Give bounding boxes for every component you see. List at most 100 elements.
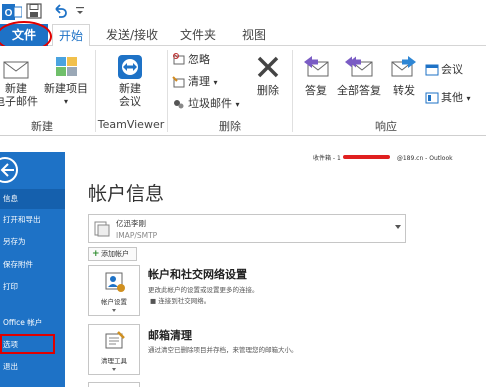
meeting-icon bbox=[425, 64, 439, 76]
group-teamviewer-label: TeamViewer bbox=[97, 118, 165, 131]
backstage-nav: 信息 打开和导出 另存为 保存附件 打印 Office 帐户 选项 退出 bbox=[0, 152, 65, 387]
chevron-down-icon: ▾ bbox=[235, 100, 240, 109]
new-email-button[interactable]: 新建 电子邮件 bbox=[0, 58, 40, 108]
meeting-button[interactable]: 会议 bbox=[425, 62, 463, 78]
nav-item-office-account[interactable]: Office 帐户 bbox=[0, 313, 65, 333]
chevron-down-icon bbox=[112, 309, 116, 312]
mailbox-cleanup-title: 邮箱清理 bbox=[148, 329, 192, 342]
nav-item-open-export[interactable]: 打开和导出 bbox=[0, 210, 65, 230]
delete-button[interactable]: 删除 bbox=[250, 54, 286, 97]
back-button[interactable] bbox=[0, 155, 18, 185]
reply-button[interactable]: 答复 bbox=[298, 54, 334, 97]
red-highlight-box bbox=[0, 334, 55, 354]
ribbon-tabs: 文件 开始 发送/接收 文件夹 视图 bbox=[0, 24, 486, 47]
new-email-label-1: 新建 bbox=[5, 82, 27, 95]
page-title: 帐户信息 bbox=[88, 183, 165, 205]
more-label: 其他 bbox=[441, 91, 463, 104]
chevron-down-icon: ▾ bbox=[63, 97, 68, 106]
back-arrow-icon bbox=[0, 157, 18, 183]
plus-icon: + bbox=[92, 249, 100, 259]
tab-folder[interactable]: 文件夹 bbox=[176, 24, 220, 46]
chevron-down-icon: ▾ bbox=[213, 78, 218, 87]
nav-item-print[interactable]: 打印 bbox=[0, 277, 65, 297]
group-new-label: 新建 bbox=[31, 120, 53, 133]
account-type: IMAP/SMTP bbox=[116, 231, 158, 240]
window-title-prefix: 收件箱 - 1 bbox=[313, 155, 341, 162]
customize-icon[interactable] bbox=[76, 6, 84, 19]
group-separator bbox=[167, 50, 168, 132]
nav-item-save-attachments[interactable]: 保存附件 bbox=[0, 255, 65, 275]
nav-item-exit[interactable]: 退出 bbox=[0, 357, 65, 377]
chevron-down-icon bbox=[112, 368, 116, 371]
reply-label: 答复 bbox=[305, 84, 327, 97]
nav-item-save-as[interactable]: 另存为 bbox=[0, 232, 65, 252]
new-email-icon bbox=[0, 58, 40, 82]
ribbon: 新建 电子邮件 新建项目 ▾ 新建 新建 会议 TeamViewer 忽略 bbox=[0, 46, 486, 136]
account-settings-description: 更改此帐户的设置或设置更多的连接。 bbox=[148, 286, 259, 294]
reply-all-icon bbox=[334, 54, 384, 84]
account-name: 亿迅李刚 bbox=[116, 219, 146, 228]
teamviewer-icon bbox=[106, 54, 154, 82]
account-dropdown[interactable]: 亿迅李刚 IMAP/SMTP bbox=[88, 214, 406, 243]
forward-icon bbox=[386, 54, 422, 84]
delete-x-icon bbox=[250, 54, 286, 84]
nav-item-info[interactable]: 信息 bbox=[0, 189, 65, 209]
account-icon bbox=[94, 221, 110, 240]
group-delete-label: 删除 bbox=[219, 120, 241, 133]
group-separator bbox=[292, 50, 293, 132]
add-account-button[interactable]: + 添加帐户 bbox=[88, 247, 137, 261]
reply-all-button[interactable]: 全部答复 bbox=[334, 54, 384, 97]
forward-button[interactable]: 转发 bbox=[386, 54, 422, 97]
reply-icon bbox=[298, 54, 334, 84]
backstage-view: 信息 打开和导出 另存为 保存附件 打印 Office 帐户 选项 退出 收件箱… bbox=[0, 152, 486, 387]
account-settings-title: 帐户和社交网络设置 bbox=[148, 268, 247, 281]
account-settings-icon bbox=[104, 271, 126, 296]
reply-all-label: 全部答复 bbox=[337, 84, 381, 97]
cleanup-tools-tile-label: 清理工具 bbox=[101, 357, 127, 365]
new-items-button[interactable]: 新建项目 ▾ bbox=[42, 54, 90, 108]
new-email-label-2: 电子邮件 bbox=[0, 95, 38, 108]
cleanup-label: 清理 bbox=[188, 75, 210, 88]
tab-start[interactable]: 开始 bbox=[52, 24, 90, 47]
teamviewer-label-2: 会议 bbox=[119, 95, 141, 108]
bullet-icon: ■ bbox=[150, 297, 157, 305]
mailbox-cleanup-description: 通过清空已删除项目并存档，来管理您的邮箱大小。 bbox=[148, 346, 298, 354]
add-account-label: 添加帐户 bbox=[101, 250, 129, 258]
cleanup-tools-icon bbox=[104, 330, 126, 355]
account-settings-tile[interactable]: 帐户设置 bbox=[88, 265, 140, 316]
teamviewer-label-1: 新建 bbox=[119, 82, 141, 95]
new-items-label: 新建项目 bbox=[44, 82, 88, 95]
social-network-link[interactable]: 连接到社交网络。 bbox=[158, 297, 210, 305]
delete-label: 删除 bbox=[257, 84, 279, 97]
more-icon bbox=[425, 92, 439, 104]
more-button[interactable]: 其他 ▾ bbox=[425, 90, 471, 106]
save-icon[interactable] bbox=[26, 3, 42, 22]
undo-icon[interactable] bbox=[52, 3, 68, 22]
quick-access-toolbar: O bbox=[0, 0, 486, 24]
cleanup-button[interactable]: 清理 ▾ bbox=[172, 74, 218, 90]
window-title-suffix: @189.cn - Outlook bbox=[396, 155, 453, 162]
tab-view[interactable]: 视图 bbox=[236, 24, 272, 46]
account-settings-bullet: ■ 连接到社交网络。 bbox=[150, 295, 210, 305]
redaction-mark bbox=[343, 155, 390, 159]
junk-icon bbox=[174, 100, 184, 109]
tab-send-receive[interactable]: 发送/接收 bbox=[104, 24, 160, 46]
svg-text:O: O bbox=[5, 8, 13, 19]
chevron-down-icon bbox=[395, 225, 401, 229]
junk-label: 垃圾邮件 bbox=[188, 97, 232, 110]
screenshot-gap bbox=[0, 136, 486, 152]
ignore-label: 忽略 bbox=[188, 53, 210, 66]
account-settings-tile-label: 帐户设置 bbox=[101, 298, 127, 306]
teamviewer-meeting-button[interactable]: 新建 会议 bbox=[106, 54, 154, 108]
meeting-label: 会议 bbox=[441, 63, 463, 76]
ignore-icon bbox=[173, 53, 185, 65]
chevron-down-icon: ▾ bbox=[466, 94, 471, 103]
cleanup-tools-tile[interactable]: 清理工具 bbox=[88, 324, 140, 375]
cleanup-icon bbox=[172, 76, 185, 88]
ignore-button[interactable]: 忽略 bbox=[172, 52, 210, 68]
partial-tile bbox=[88, 382, 140, 387]
forward-label: 转发 bbox=[393, 84, 415, 97]
new-items-icon bbox=[42, 54, 90, 82]
junk-button[interactable]: 垃圾邮件 ▾ bbox=[172, 96, 240, 112]
group-respond-label: 响应 bbox=[375, 120, 397, 133]
